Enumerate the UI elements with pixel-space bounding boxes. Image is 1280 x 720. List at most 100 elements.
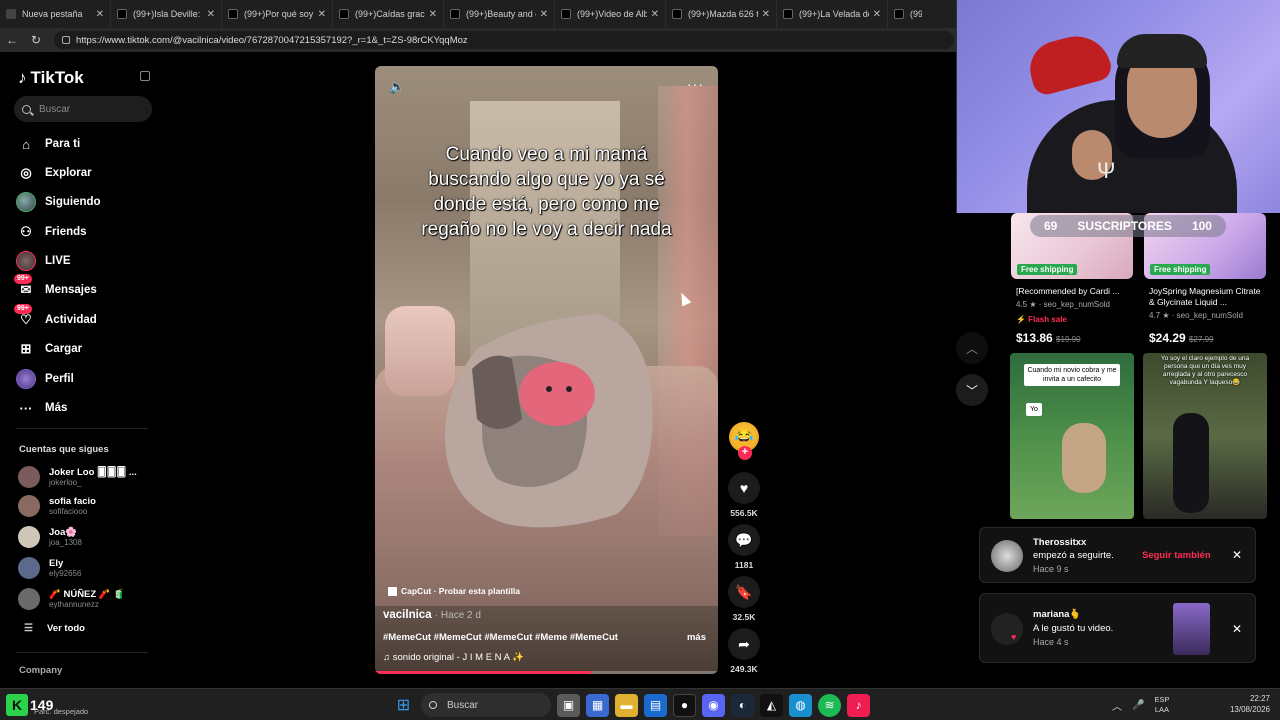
close-tab-icon[interactable]: ✕ bbox=[96, 9, 104, 20]
more-options-icon[interactable]: ··· bbox=[687, 76, 704, 92]
browser-tab[interactable]: (99+)Video de Alba ✕ bbox=[555, 0, 666, 28]
author-name: vacilnica bbox=[383, 609, 432, 621]
browser-tab[interactable]: (99+)Mazda 626 tu ✕ bbox=[666, 0, 777, 28]
browser-tab[interactable]: (99+)Por qué soy ún ✕ bbox=[222, 0, 333, 28]
close-tab-icon[interactable]: ✕ bbox=[429, 9, 437, 20]
more-link[interactable]: más bbox=[687, 632, 706, 643]
follow-back-button[interactable]: Seguir también bbox=[1142, 550, 1211, 561]
price-value: $13.86 bbox=[1016, 331, 1053, 345]
nav-item-perfil[interactable]: Perfil bbox=[16, 367, 74, 391]
nav-item-actividad[interactable]: ♡ 99+ Actividad bbox=[14, 304, 97, 332]
video-thumbnail[interactable] bbox=[1173, 603, 1210, 655]
video-progress-bar[interactable] bbox=[375, 671, 718, 674]
nvidia-app-icon[interactable]: ◭ bbox=[760, 693, 783, 717]
video-player[interactable]: Cuando veo a mi mamá buscando algo que y… bbox=[375, 66, 718, 674]
close-tab-icon[interactable]: ✕ bbox=[762, 9, 770, 20]
file-explorer-icon[interactable]: ▬ bbox=[615, 693, 638, 717]
close-tab-icon[interactable]: ✕ bbox=[318, 9, 326, 20]
thumbnail-figure bbox=[1062, 423, 1106, 493]
following-account[interactable]: 🧨 NÚÑEZ 🧨 🧃 eythannunezz bbox=[18, 586, 125, 612]
url-field[interactable]: https://www.tiktok.com/@vacilnica/video/… bbox=[54, 31, 954, 49]
collapse-sidebar-icon[interactable] bbox=[140, 71, 150, 81]
discord-icon[interactable]: ◉ bbox=[702, 693, 725, 717]
search-input[interactable]: Buscar bbox=[14, 96, 152, 122]
close-tab-icon[interactable]: ✕ bbox=[651, 9, 659, 20]
tray-overflow-icon[interactable]: ︿ bbox=[1112, 698, 1122, 713]
language-indicator[interactable]: ESP LAA bbox=[1154, 695, 1169, 715]
nav-item-para-ti[interactable]: ⌂ Para ti bbox=[16, 132, 80, 156]
following-account[interactable]: Ely ely92656 bbox=[18, 555, 81, 581]
nav-item-friends[interactable]: ⚇ Friends bbox=[16, 220, 86, 244]
notification-name[interactable]: Therossitxx bbox=[1033, 537, 1086, 548]
store-app-icon[interactable]: ▤ bbox=[644, 693, 667, 717]
reload-icon[interactable]: ↻ bbox=[24, 33, 48, 47]
nav-item-cargar[interactable]: ⊞ Cargar bbox=[16, 337, 83, 361]
back-icon[interactable]: ← bbox=[0, 33, 24, 47]
follow-plus-icon[interactable]: + bbox=[738, 446, 752, 460]
following-account[interactable]: Joa🌸 joa_1308 bbox=[18, 524, 82, 550]
nav-item-mas[interactable]: ··· Más bbox=[16, 396, 68, 420]
site-info-icon[interactable] bbox=[62, 36, 70, 44]
browser-tab[interactable]: (99+)Isla Deville: tu ✕ bbox=[111, 0, 222, 28]
following-account[interactable]: sofia facio sofifaciooo bbox=[18, 493, 96, 519]
nav-item-explorar[interactable]: ◎ Explorar bbox=[16, 161, 91, 185]
comment-button[interactable]: 💬 1181 bbox=[727, 524, 761, 570]
video-thumbnail[interactable]: Cuando mi novio cobra y me invita a un c… bbox=[1010, 353, 1134, 519]
spotify-icon[interactable]: ≋ bbox=[818, 693, 841, 717]
video-hashtags[interactable]: #MemeCut #MemeCut #MemeCut #Meme #MemeCu… bbox=[383, 632, 618, 643]
following-account[interactable]: Joker Loo 🂠🂠🂠 ... jokerloo_ bbox=[18, 464, 137, 490]
upload-icon: ⊞ bbox=[20, 341, 32, 356]
weather-widget[interactable]: K 149 Parc. despejado bbox=[6, 692, 88, 718]
see-all-link[interactable]: ☰ Ver todo bbox=[24, 623, 85, 634]
close-icon[interactable]: ✕ bbox=[1232, 622, 1242, 636]
task-view-icon[interactable]: ▣ bbox=[557, 693, 580, 717]
tiktok-logo[interactable]: ♪ TikTok bbox=[18, 68, 84, 88]
company-link[interactable]: Company bbox=[19, 665, 62, 676]
notification-name[interactable]: mariana🫰 bbox=[1033, 609, 1081, 620]
sound-link[interactable]: ♫ sonido original - J I M E N A ✨ bbox=[383, 652, 524, 663]
capcut-template-link[interactable]: CapCut · Probar esta plantilla bbox=[388, 586, 520, 596]
close-tab-icon[interactable]: ✕ bbox=[540, 9, 548, 20]
comment-icon: 💬 bbox=[728, 524, 760, 556]
nav-item-live[interactable]: LIVE bbox=[16, 249, 71, 273]
like-button[interactable]: ♥ 556.5K bbox=[727, 472, 761, 518]
browser-tab[interactable]: (99+)Caídas graciosa ✕ bbox=[333, 0, 444, 28]
steam-icon[interactable]: ◐ bbox=[731, 693, 754, 717]
chevron-down-icon: ﹀ bbox=[965, 383, 978, 398]
browser-tab[interactable]: (99+)La Velada del A ✕ bbox=[777, 0, 888, 28]
video-thumbnail[interactable]: Yo soy el claro ejemplo de una persona q… bbox=[1143, 353, 1267, 519]
microphone-icon[interactable]: 🎤 bbox=[1132, 700, 1144, 711]
avatar[interactable] bbox=[991, 613, 1023, 645]
close-tab-icon[interactable]: ✕ bbox=[207, 9, 215, 20]
nav-item-siguiendo[interactable]: Siguiendo bbox=[16, 190, 101, 214]
save-button[interactable]: 🔖 32.5K bbox=[727, 576, 761, 622]
close-icon[interactable]: ✕ bbox=[1232, 548, 1242, 562]
browser-tab[interactable]: Nueva pestaña ✕ bbox=[0, 0, 111, 28]
share-button[interactable]: ➦ 249.3K bbox=[727, 628, 761, 674]
obs-icon[interactable]: ● bbox=[673, 693, 696, 717]
video-author[interactable]: vacilnica · Hace 2 d bbox=[383, 609, 481, 621]
divider bbox=[16, 652, 148, 653]
close-tab-icon[interactable]: ✕ bbox=[873, 9, 881, 20]
account-name: Joker Loo 🂠🂠🂠 ... bbox=[49, 466, 137, 478]
creator-avatar[interactable]: 😂 + bbox=[729, 422, 759, 460]
taskbar-search[interactable]: Buscar bbox=[421, 693, 551, 717]
volume-icon[interactable]: 🔈 bbox=[389, 79, 405, 95]
previous-video-button[interactable]: ︿ bbox=[956, 332, 988, 364]
browser-tab[interactable]: (99+)Beauty and ge ✕ bbox=[444, 0, 555, 28]
nav-item-mensajes[interactable]: ✉ 99+ Mensajes bbox=[14, 274, 97, 302]
photos-app-icon[interactable]: ▦ bbox=[586, 693, 609, 717]
product-title[interactable]: [Recommended by Cardi ... bbox=[1016, 286, 1132, 297]
clock[interactable]: 22:27 13/08/2026 bbox=[1228, 693, 1270, 715]
edge-browser-icon[interactable]: ◍ bbox=[789, 693, 812, 717]
product-title[interactable]: JoySpring Magnesium Citrate & Glycinate … bbox=[1149, 286, 1265, 308]
tiktok-favicon-icon bbox=[672, 9, 682, 19]
product-price: $13.86 $19.90 bbox=[1016, 331, 1081, 345]
next-video-button[interactable]: ﹀ bbox=[956, 374, 988, 406]
avatar[interactable] bbox=[991, 540, 1023, 572]
browser-tab[interactable]: (99+) bbox=[888, 0, 928, 28]
old-price: $27.99 bbox=[1189, 335, 1214, 344]
tiktok-app-icon[interactable]: ♪ bbox=[847, 693, 870, 717]
windows-start-icon[interactable]: ⊞ bbox=[392, 694, 415, 717]
compass-icon: ◎ bbox=[20, 165, 32, 180]
